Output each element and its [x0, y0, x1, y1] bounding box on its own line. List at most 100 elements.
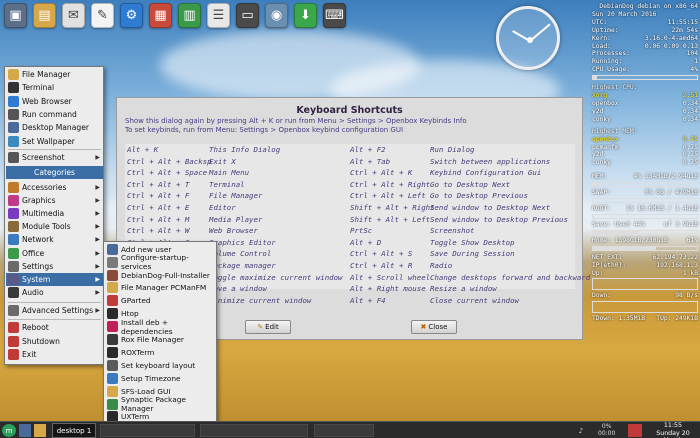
menu-item-desktop-manager[interactable]: Desktop Manager — [6, 121, 103, 134]
edit-button[interactable]: ✎ Edit — [245, 320, 291, 334]
submenu-item-set-keyboard-layout[interactable]: Set keyboard layout — [105, 359, 216, 372]
document-icon[interactable]: ☰ — [207, 3, 230, 28]
task-slot[interactable] — [100, 424, 195, 437]
globe-icon — [8, 95, 19, 107]
shortcut-entry: Alt + Right mouse — [350, 284, 426, 294]
shortcut-entry: Switch between applications — [430, 156, 551, 166]
category-system[interactable]: System ▶ — [6, 273, 103, 286]
category-audio[interactable]: Audio ▶ — [6, 286, 103, 299]
submenu-item-install-deb-dependencies[interactable]: Install deb + dependencies — [105, 318, 216, 336]
desktop-icon[interactable]: ▣ — [4, 3, 27, 28]
mail-icon[interactable]: ✉ — [62, 3, 85, 28]
shortcut-entry: PrtSc — [350, 226, 373, 236]
volume-icon[interactable]: ♪ — [576, 424, 586, 437]
graphics-icon — [8, 194, 19, 206]
monitor-icon[interactable]: ▭ — [236, 3, 259, 28]
category-office[interactable]: Office ▶ — [6, 247, 103, 260]
category-accessories[interactable]: Accessories ▶ — [6, 181, 103, 194]
shortcut-entry: Graphics Editor — [209, 237, 276, 247]
shortcut-entry: Alt + F2 — [350, 145, 386, 154]
menu-item-reboot[interactable]: Reboot — [6, 321, 103, 334]
cpu-bar — [592, 75, 698, 81]
system-submenu: Add new user Configure-startup-services De… — [103, 241, 217, 438]
process-row: Xorg 2.51 — [592, 92, 698, 100]
task-slot[interactable] — [314, 424, 374, 437]
menu-item-set-wallpaper[interactable]: Set Wallpaper — [6, 135, 103, 148]
shortcut-entry: Ctrl + Alt + T — [127, 179, 190, 189]
network-icon[interactable] — [628, 424, 642, 437]
settings-icon[interactable]: ⚙ — [120, 3, 143, 28]
submenu-arrow-icon: ▶ — [95, 249, 100, 257]
text-editor-icon[interactable]: ✎ — [91, 3, 114, 28]
submenu-item-setup-timezone[interactable]: Setup Timezone — [105, 372, 216, 385]
shortcut-entry: Run Dialog — [430, 145, 475, 154]
dialog-instructions-1: Show this dialog again by pressing Alt +… — [125, 117, 467, 125]
menu-item-screenshot[interactable]: Screenshot ▶ — [6, 151, 103, 164]
submenu-arrow-icon: ▶ — [95, 153, 100, 161]
categories-header: Categories — [6, 166, 103, 180]
swap-bar — [592, 198, 698, 204]
dog-icon[interactable]: ◉ — [265, 3, 288, 28]
menu-item-terminal[interactable]: Terminal — [6, 81, 103, 94]
menu-item-run-command[interactable]: Run command — [6, 108, 103, 121]
menu-item-shutdown[interactable]: Shutdown — [6, 335, 103, 348]
shortcut-entry: Minimize current window — [209, 295, 312, 305]
network-icon — [8, 234, 19, 246]
submenu-item-configure-startup-services[interactable]: Configure-startup-services — [105, 253, 216, 271]
process-row: conky 0.75 — [592, 159, 698, 167]
menu-item-file-manager[interactable]: File Manager — [6, 68, 103, 81]
shortcut-entry: Ctrl + Alt + W — [127, 226, 190, 236]
submenu-item-file-manager-pcmanfm[interactable]: File Manager PCManFM — [105, 282, 216, 295]
clock-icon — [107, 372, 118, 384]
shortcut-entry: Move a window — [209, 284, 267, 294]
keyboard-icon[interactable]: ⌨ — [323, 3, 346, 28]
desktop-pager[interactable]: desktop 1 — [52, 423, 96, 438]
menu-item-web-browser[interactable]: Web Browser — [6, 95, 103, 108]
submenu-item-synaptic-package-manager[interactable]: Synaptic Package Manager — [105, 395, 216, 413]
taskbar-clock[interactable]: 11:55Sunday 20 March — [646, 422, 700, 438]
shortcut-entry: Close current window — [430, 295, 519, 305]
folder-icon[interactable] — [34, 424, 46, 437]
wallpaper-icon — [8, 135, 19, 147]
office-icon[interactable]: ▥ — [178, 3, 201, 28]
shortcut-entry: Ctrl + Alt + M — [127, 214, 190, 224]
category-graphics[interactable]: Graphics ▶ — [6, 194, 103, 207]
exit-icon — [8, 348, 19, 360]
show-desktop-icon[interactable] — [19, 424, 31, 437]
folder-icon[interactable]: ▤ — [33, 3, 56, 28]
shortcut-entry: Ctrl + Alt + S — [350, 249, 413, 259]
menu-item-exit[interactable]: Exit — [6, 348, 103, 361]
download-graph — [592, 301, 698, 314]
close-button[interactable]: ✖ Close — [411, 320, 457, 334]
download-icon[interactable]: ⬇ — [294, 3, 317, 28]
task-slot[interactable] — [200, 424, 308, 437]
category-settings[interactable]: Settings ▶ — [6, 260, 103, 273]
process-row: y2d 0.34 — [592, 107, 698, 115]
shortcut-entry: Change desktops forward and backward — [430, 272, 591, 282]
submenu-arrow-icon: ▶ — [95, 210, 100, 217]
htop-icon — [107, 308, 118, 320]
shortcut-entry: Resize a window — [430, 284, 497, 294]
submenu-item-gparted[interactable]: GParted — [105, 295, 216, 308]
shortcut-entry: Alt + Tab — [350, 156, 391, 166]
category-multimedia[interactable]: Multimedia ▶ — [6, 207, 103, 220]
main-menu: File Manager Terminal Web Browser Run comma… — [4, 66, 104, 365]
mem-bar — [592, 182, 698, 188]
shortcut-entry: Ctrl + Alt + Space — [127, 168, 208, 178]
menu-item-advanced-settings[interactable]: Advanced Settings ▶ — [6, 304, 103, 317]
shortcut-entry: Volume Control — [209, 249, 272, 259]
analog-clock — [496, 6, 560, 70]
menu-icon[interactable]: m — [2, 424, 16, 437]
shortcut-entry: Toggle Show Desktop — [430, 237, 515, 247]
process-row: openbox 0.75 — [592, 135, 698, 143]
submenu-item-debiandog-full-installer[interactable]: DebianDog-Full-Installer — [105, 269, 216, 282]
category-network[interactable]: Network ▶ — [6, 233, 103, 246]
submenu-item-roxterm[interactable]: ROXTerm — [105, 346, 216, 359]
rox-icon — [107, 334, 118, 346]
folder-icon — [8, 69, 19, 80]
submenu-item-rox-file-manager[interactable]: Rox File Manager — [105, 333, 216, 346]
module-icon — [8, 221, 19, 233]
category-module-tools[interactable]: Module Tools ▶ — [6, 220, 103, 233]
advanced-icon — [8, 305, 19, 317]
package-icon[interactable]: ▦ — [149, 3, 172, 28]
